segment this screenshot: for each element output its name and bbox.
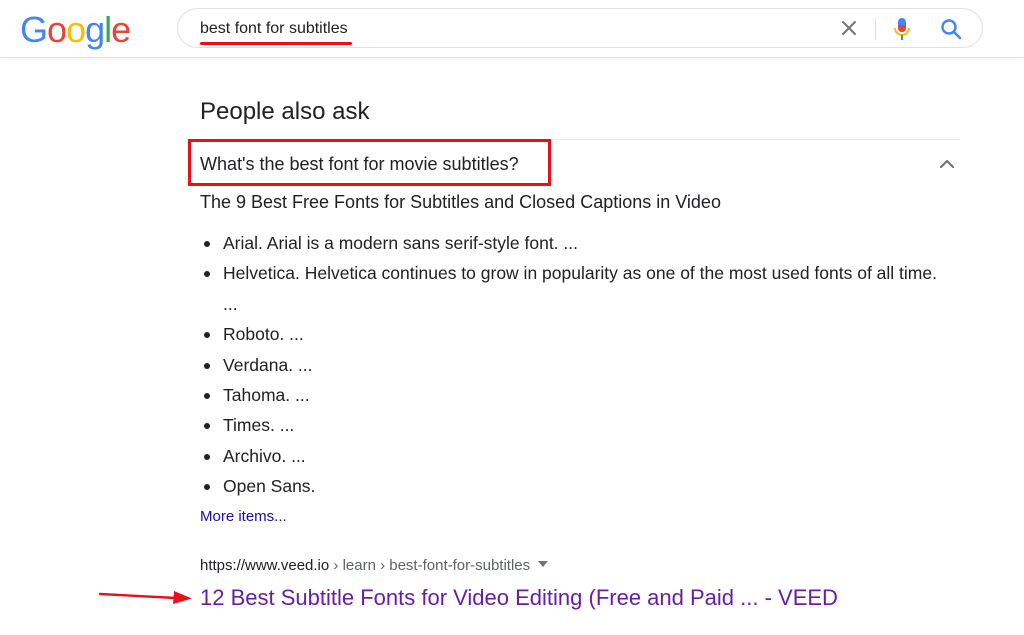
search-header: Google [0,0,1024,58]
list-item: Arial. Arial is a modern sans serif-styl… [200,228,940,258]
list-item-text: Helvetica. Helvetica continues to grow i… [223,263,937,314]
search-box [177,8,983,48]
logo-letter: G [20,9,48,50]
caret-down-icon[interactable] [538,561,549,568]
list-item-text: Archivo. ... [223,445,306,466]
result-url-breadcrumb: › learn › best-font-for-subtitles [329,557,531,574]
logo-letter: e [111,9,131,50]
list-item-text: Roboto. ... [223,324,304,345]
google-logo[interactable]: Google [20,8,131,52]
list-item: Times. ... [200,410,940,440]
chevron-up-icon[interactable] [937,156,957,170]
bullet [204,362,210,369]
result-title-link[interactable]: 12 Best Subtitle Fonts for Video Editing… [200,583,838,613]
bullet [204,453,210,460]
question-annotation-box [188,139,551,186]
bullet [204,484,210,491]
list-item-text: Verdana. ... [223,354,313,375]
list-item: Open Sans. [200,471,940,501]
result-url[interactable]: https://www.veed.io › learn › best-font-… [200,555,549,577]
logo-letter: l [104,9,112,50]
logo-letter: o [66,9,86,50]
list-item: Tahoma. ... [200,380,940,410]
answer-heading: The 9 Best Free Fonts for Subtitles and … [200,192,721,212]
bullet [204,423,210,430]
close-icon[interactable] [839,18,859,38]
search-results-page: Google People also ask What's the best f… [0,0,1024,635]
bullet [204,271,210,278]
search-icon[interactable] [940,18,962,40]
logo-letter: g [85,9,105,50]
annotation-arrow-icon [98,591,192,604]
bullet [204,332,210,339]
search-term-annotation-underline [200,42,352,45]
list-item: Roboto. ... [200,319,940,349]
list-item: Verdana. ... [200,350,940,380]
search-box-divider [875,18,876,40]
logo-letter: o [47,9,67,50]
more-items-link[interactable]: More items... [200,506,287,528]
search-input[interactable] [200,18,800,40]
list-item-text: Times. ... [223,415,295,436]
list-item-text: Arial. Arial is a modern sans serif-styl… [223,233,578,253]
list-item-text: Tahoma. ... [223,385,310,406]
bullet [204,241,210,247]
result-url-domain: https://www.veed.io [200,557,330,574]
bullet [204,393,210,400]
microphone-icon[interactable] [892,17,912,41]
list-item: Helvetica. Helvetica continues to grow i… [200,258,940,319]
answer-list: Arial. Arial is a modern sans serif-styl… [200,228,940,502]
list-item: Archivo. ... [200,441,940,471]
list-item-text: Open Sans. [223,476,316,497]
people-also-ask-heading: People also ask [200,98,370,125]
